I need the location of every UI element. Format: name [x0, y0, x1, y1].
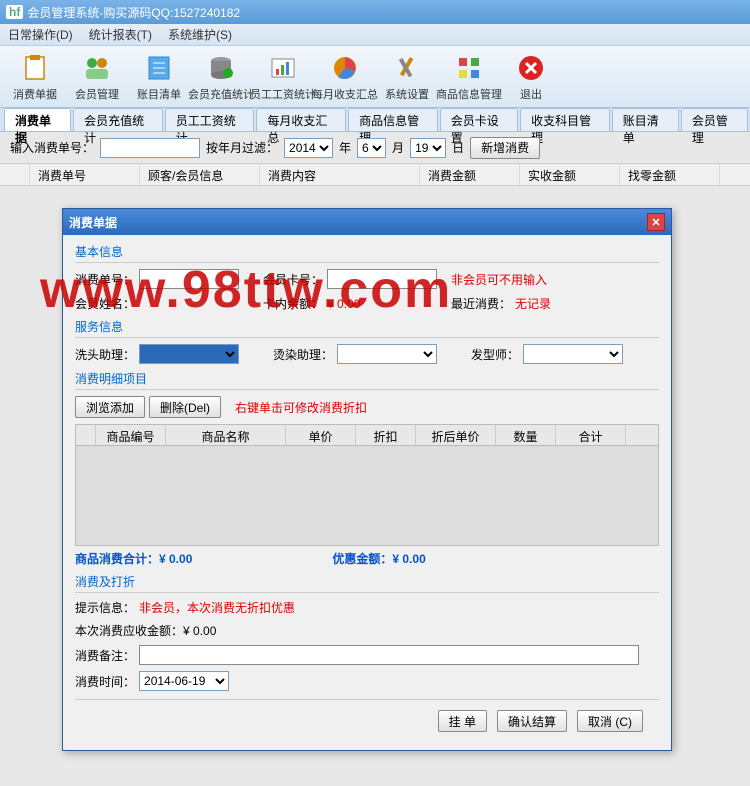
tool-salary[interactable]: 员工工资统计 [252, 48, 314, 106]
dye-select[interactable] [337, 344, 437, 364]
confirm-button[interactable]: 确认结算 [497, 710, 567, 732]
filter-by-label: 按年月过滤： [206, 139, 278, 156]
hold-button[interactable]: 挂 单 [438, 710, 487, 732]
filter-bar: 输入消费单号： 按年月过滤： 2014 年 6 月 19 日 新增消费 [0, 132, 750, 164]
grid-col-received: 实收金额 [520, 164, 620, 185]
grid-col-billno: 消费单号 [30, 164, 140, 185]
tool-monthly[interactable]: 每月收支汇总 [314, 48, 376, 106]
dialog-titlebar[interactable]: 消费单据 ✕ [63, 209, 671, 235]
tab-card[interactable]: 会员卡设置 [440, 108, 518, 131]
tab-ledger[interactable]: 账目清单 [612, 108, 679, 131]
people-icon [81, 52, 113, 84]
last-consume-label: 最近消费： [451, 295, 511, 312]
list-icon [143, 52, 175, 84]
menu-system[interactable]: 系统维护(S) [168, 26, 232, 43]
app-icon: hf [6, 5, 23, 19]
bill-no-input[interactable] [100, 138, 200, 158]
dialog-bill-no-input[interactable] [139, 269, 239, 289]
grid-col-checkbox [0, 164, 30, 185]
remark-input[interactable] [139, 645, 639, 665]
month-unit: 月 [392, 139, 404, 156]
wash-label: 洗头助理： [75, 346, 135, 363]
grid-col-customer: 顾客/会员信息 [140, 164, 260, 185]
tab-recharge[interactable]: 会员充值统计 [73, 108, 163, 131]
card-no-label: 会员卡号： [263, 271, 323, 288]
goods-total: 商品消费合计：¥ 0.00 [75, 550, 192, 567]
discount-total: 优惠金额：¥ 0.00 [332, 550, 425, 567]
tab-products[interactable]: 商品信息管理 [348, 108, 438, 131]
detail-hint: 右键单击可修改消费折扣 [235, 399, 367, 416]
delete-button[interactable]: 删除(Del) [149, 396, 221, 418]
add-consume-button[interactable]: 新增消费 [470, 137, 540, 159]
balance-value: ¥ 0.00 [327, 297, 437, 311]
info-value: 非会员，本次消费无折扣优惠 [139, 599, 295, 616]
stylist-select[interactable] [523, 344, 623, 364]
tab-monthly[interactable]: 每月收支汇总 [256, 108, 346, 131]
toolbar: 消费单据 会员管理 账目清单 会员充值统计 员工工资统计 每月收支汇总 系统设置… [0, 46, 750, 108]
service-group-title: 服务信息 [75, 318, 659, 338]
stylist-label: 发型师： [471, 346, 519, 363]
grid-icon [453, 52, 485, 84]
tabs: 消费单据 会员充值统计 员工工资统计 每月收支汇总 商品信息管理 会员卡设置 收… [0, 108, 750, 132]
dialog-title: 消费单据 [69, 214, 117, 231]
member-name-label: 会员姓名： [75, 295, 135, 312]
card-no-input[interactable] [327, 269, 437, 289]
dye-label: 烫染助理： [273, 346, 333, 363]
tools-icon [391, 52, 423, 84]
detail-header: 商品编号 商品名称 单价 折扣 折后单价 数量 合计 [75, 424, 659, 446]
database-icon [205, 52, 237, 84]
remark-label: 消费备注： [75, 647, 135, 664]
month-select[interactable]: 6 [357, 138, 386, 158]
basic-group-title: 基本信息 [75, 243, 659, 263]
year-select[interactable]: 2014 [284, 138, 333, 158]
balance-label: 卡内余额： [263, 295, 323, 312]
tab-member[interactable]: 会员管理 [681, 108, 748, 131]
dialog-close-button[interactable]: ✕ [647, 213, 665, 231]
grid-header: 消费单号 顾客/会员信息 消费内容 消费金额 实收金额 找零金额 [0, 164, 750, 186]
pay-group-title: 消费及打折 [75, 573, 659, 593]
card-note: 非会员可不用输入 [451, 271, 547, 288]
bill-no-label: 输入消费单号： [10, 139, 94, 156]
tab-subject[interactable]: 收支科目管理 [520, 108, 610, 131]
tool-ledger[interactable]: 账目清单 [128, 48, 190, 106]
browse-add-button[interactable]: 浏览添加 [75, 396, 145, 418]
wash-select[interactable] [139, 344, 239, 364]
grid-col-change: 找零金额 [620, 164, 720, 185]
menu-reports[interactable]: 统计报表(T) [89, 26, 152, 43]
year-unit: 年 [339, 139, 351, 156]
last-consume-value: 无记录 [515, 295, 551, 312]
menu-daily[interactable]: 日常操作(D) [8, 26, 73, 43]
tab-consume[interactable]: 消费单据 [4, 108, 71, 131]
bill-no-field-label: 消费单号： [75, 271, 135, 288]
time-select[interactable]: 2014-06-19 [139, 671, 229, 691]
day-select[interactable]: 19 [410, 138, 446, 158]
clipboard-icon [19, 52, 51, 84]
titlebar: hf 会员管理系统-购买源码QQ:1527240182 [0, 0, 750, 24]
grid-col-amount: 消费金额 [420, 164, 520, 185]
info-label: 提示信息： [75, 599, 135, 616]
time-label: 消费时间： [75, 673, 135, 690]
tool-recharge[interactable]: 会员充值统计 [190, 48, 252, 106]
window-title: 会员管理系统-购买源码QQ:1527240182 [27, 4, 240, 21]
tool-settings[interactable]: 系统设置 [376, 48, 438, 106]
day-unit: 日 [452, 139, 464, 156]
cancel-button[interactable]: 取消 (C) [577, 710, 643, 732]
tool-exit[interactable]: 退出 [500, 48, 562, 106]
menubar: 日常操作(D) 统计报表(T) 系统维护(S) [0, 24, 750, 46]
due-label: 本次消费应收金额：¥ 0.00 [75, 622, 216, 639]
detail-group-title: 消费明细项目 [75, 370, 659, 390]
close-icon [515, 52, 547, 84]
tool-products[interactable]: 商品信息管理 [438, 48, 500, 106]
tool-consume[interactable]: 消费单据 [4, 48, 66, 106]
pie-icon [329, 52, 361, 84]
detail-grid[interactable] [75, 446, 659, 546]
tab-salary[interactable]: 员工工资统计 [165, 108, 255, 131]
tool-member[interactable]: 会员管理 [66, 48, 128, 106]
consume-dialog: 消费单据 ✕ 基本信息 消费单号： 会员卡号： 非会员可不用输入 会员姓名： 卡… [62, 208, 672, 751]
chart-icon [267, 52, 299, 84]
grid-col-content: 消费内容 [260, 164, 420, 185]
